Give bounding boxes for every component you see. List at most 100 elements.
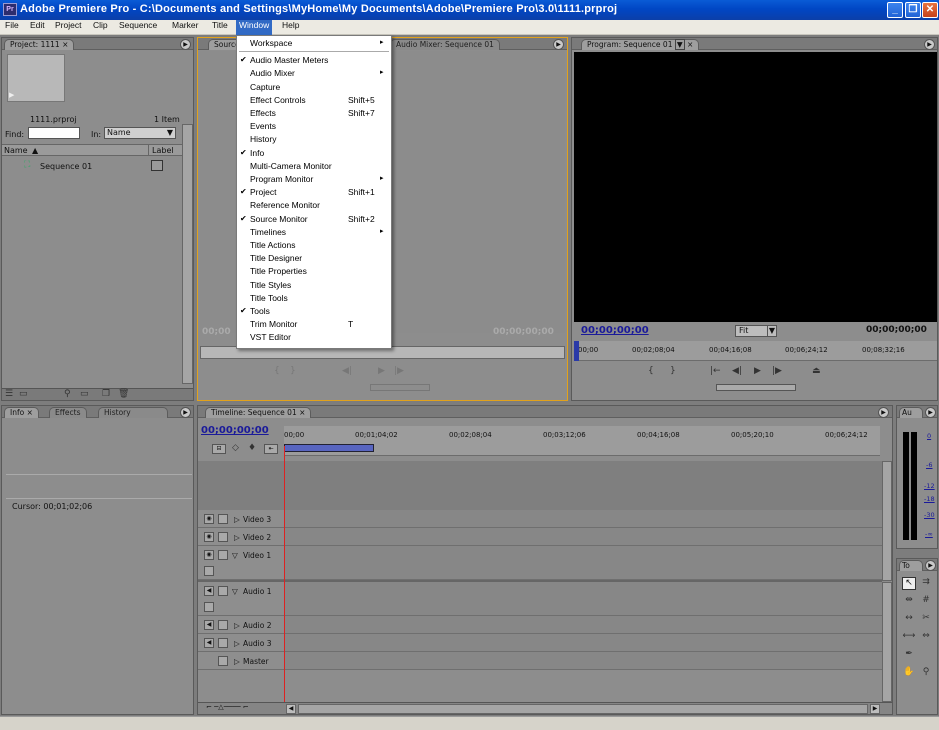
- slide-tool-icon[interactable]: ⇔: [919, 631, 933, 641]
- panel-menu-icon[interactable]: ▶: [553, 39, 564, 50]
- track-select-tool-icon[interactable]: ⇉: [919, 577, 933, 587]
- track-audio-1[interactable]: [284, 582, 882, 616]
- mark-in-icon[interactable]: {: [648, 366, 654, 376]
- lock-icon[interactable]: [218, 586, 228, 596]
- close-icon[interactable]: ×: [62, 40, 68, 49]
- display-style-icon[interactable]: [204, 566, 214, 576]
- panel-menu-icon[interactable]: ▶: [924, 39, 935, 50]
- menu-item-audio-master-meters[interactable]: ✔ Audio Master Meters: [237, 54, 391, 67]
- mark-in-icon[interactable]: {: [274, 366, 280, 376]
- eye-icon[interactable]: ◉: [204, 514, 214, 524]
- new-item-icon[interactable]: ❐: [102, 389, 110, 399]
- go-to-in-icon[interactable]: |←: [710, 366, 721, 376]
- menu-item-events[interactable]: Events: [237, 120, 391, 133]
- menu-item-tools[interactable]: ✔ Tools: [237, 305, 391, 318]
- menu-item-program-monitor[interactable]: Program Monitor ▸: [237, 173, 391, 186]
- menu-help[interactable]: Help: [279, 20, 302, 35]
- video-scrollbar[interactable]: [882, 461, 892, 581]
- menu-item-capture[interactable]: Capture: [237, 81, 391, 94]
- lock-icon[interactable]: [218, 656, 228, 666]
- menu-item-title-styles[interactable]: Title Styles: [237, 279, 391, 292]
- scroll-left-icon[interactable]: ◀: [286, 704, 296, 714]
- menu-marker[interactable]: Marker: [169, 20, 201, 35]
- in-select[interactable]: Name ▼: [104, 127, 176, 139]
- tab-effects[interactable]: Effects: [49, 407, 87, 418]
- slip-tool-icon[interactable]: ⟷: [902, 631, 916, 641]
- bin-icon[interactable]: ▭: [80, 389, 89, 399]
- fit-select[interactable]: Fit ▼: [735, 325, 777, 337]
- menu-item-workspace[interactable]: Workspace ▸: [237, 37, 391, 50]
- menu-project[interactable]: Project: [52, 20, 84, 35]
- rate-stretch-tool-icon[interactable]: ↔: [902, 613, 916, 623]
- expand-icon[interactable]: ▷: [234, 657, 240, 666]
- chevron-down-icon[interactable]: ▼: [674, 39, 685, 50]
- ripple-edit-tool-icon[interactable]: ⇹: [902, 595, 916, 605]
- list-item[interactable]: ⛶ Sequence 01: [2, 158, 182, 174]
- menu-item-history[interactable]: History: [237, 133, 391, 146]
- lift-icon[interactable]: ⏏: [812, 366, 821, 376]
- playhead[interactable]: [574, 341, 579, 361]
- tab-project[interactable]: Project: 1111 ×: [4, 39, 75, 50]
- scroll-right-icon[interactable]: ▶: [870, 704, 880, 714]
- menu-item-source-monitor[interactable]: ✔ Source Monitor Shift+2: [237, 213, 391, 226]
- set-encore-icon[interactable]: ⇤: [264, 444, 278, 454]
- panel-menu-icon[interactable]: ▶: [180, 39, 191, 50]
- menu-window[interactable]: Window: [236, 20, 273, 35]
- lock-icon[interactable]: [218, 620, 228, 630]
- track-video-2[interactable]: [284, 528, 882, 546]
- play-button[interactable]: ▶: [754, 366, 761, 376]
- tab-history[interactable]: History: [98, 407, 168, 418]
- track-master[interactable]: [284, 652, 882, 670]
- menu-item-title-tools[interactable]: Title Tools: [237, 292, 391, 305]
- icon-view-icon[interactable]: ▭: [19, 389, 28, 399]
- list-view-icon[interactable]: ☰: [5, 389, 13, 399]
- menu-item-timelines[interactable]: Timelines ▸: [237, 226, 391, 239]
- menu-item-effect-controls[interactable]: Effect Controls Shift+5: [237, 94, 391, 107]
- zoom-tool-icon[interactable]: ⚲: [919, 667, 933, 677]
- panel-menu-icon[interactable]: ▶: [925, 560, 936, 571]
- minimize-button[interactable]: _: [887, 2, 903, 18]
- horizontal-scrollbar[interactable]: [298, 704, 868, 714]
- speaker-icon[interactable]: ◀: [204, 586, 214, 596]
- speaker-icon[interactable]: ◀: [204, 638, 214, 648]
- tab-audio-mixer[interactable]: Audio Mixer: Sequence 01: [390, 39, 500, 50]
- lock-icon[interactable]: [218, 638, 228, 648]
- mark-out-icon[interactable]: }: [290, 366, 296, 376]
- col-name[interactable]: Name: [4, 146, 28, 155]
- rolling-edit-tool-icon[interactable]: #: [919, 595, 933, 605]
- close-icon[interactable]: ×: [299, 408, 305, 417]
- menu-item-trim-monitor[interactable]: Trim Monitor T: [237, 318, 391, 331]
- timeline-ruler[interactable]: 00;00 00;01;04;02 00;02;08;04 00;03;12;0…: [284, 426, 880, 456]
- step-back-icon[interactable]: ◀|: [342, 366, 352, 376]
- find-icon[interactable]: ⚲: [64, 389, 71, 399]
- display-style-icon[interactable]: [204, 602, 214, 612]
- label-swatch[interactable]: [151, 160, 163, 171]
- menu-item-title-properties[interactable]: Title Properties: [237, 265, 391, 278]
- selection-tool-icon[interactable]: ↖: [902, 577, 916, 590]
- collapse-icon[interactable]: ▽: [232, 587, 238, 596]
- menu-item-title-actions[interactable]: Title Actions: [237, 239, 391, 252]
- track-audio-2[interactable]: [284, 616, 882, 634]
- keyframe-icon[interactable]: ♦: [248, 443, 256, 453]
- lock-icon[interactable]: [218, 550, 228, 560]
- menu-item-project[interactable]: ✔ Project Shift+1: [237, 186, 391, 199]
- tab-program[interactable]: Program: Sequence 01 ▼ ×: [581, 39, 700, 50]
- tab-audio-meters[interactable]: Au: [899, 407, 923, 418]
- eye-icon[interactable]: ◉: [204, 532, 214, 542]
- menu-sequence[interactable]: Sequence: [116, 20, 160, 35]
- track-audio-3[interactable]: [284, 634, 882, 652]
- trash-icon[interactable]: 🗑: [118, 389, 129, 399]
- razor-tool-icon[interactable]: ✂: [919, 613, 933, 623]
- collapse-icon[interactable]: ▽: [232, 551, 238, 560]
- menu-item-info[interactable]: ✔ Info: [237, 147, 391, 160]
- find-input[interactable]: [28, 127, 80, 139]
- pen-tool-icon[interactable]: ✒: [902, 649, 916, 659]
- jog-slider[interactable]: [370, 384, 430, 391]
- menu-clip[interactable]: Clip: [90, 20, 111, 35]
- panel-menu-icon[interactable]: ▶: [180, 407, 191, 418]
- lock-icon[interactable]: [218, 532, 228, 542]
- jog-slider[interactable]: [716, 384, 796, 391]
- tab-tools[interactable]: To: [899, 560, 923, 571]
- expand-icon[interactable]: ▷: [234, 515, 240, 524]
- close-icon[interactable]: ×: [687, 40, 693, 49]
